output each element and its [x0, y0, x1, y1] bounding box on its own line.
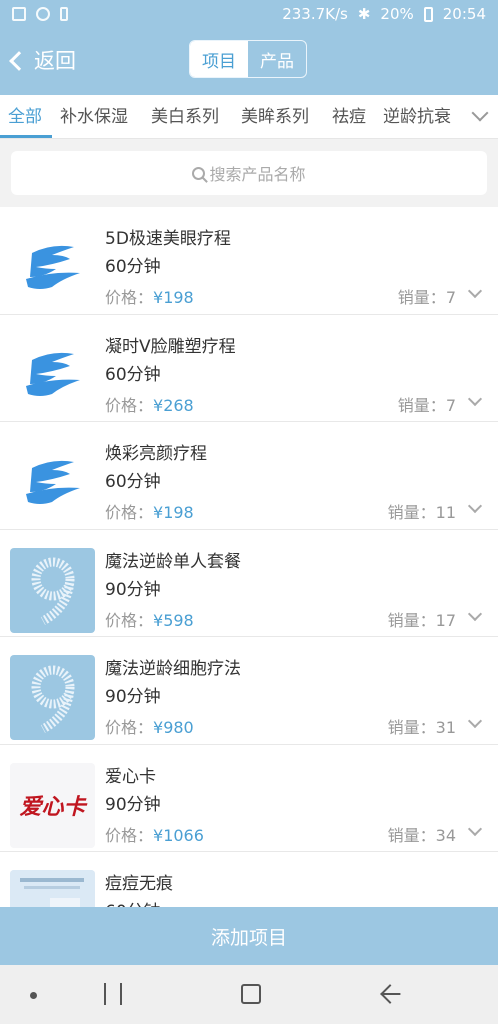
tab-hydrating[interactable]: 补水保湿: [60, 102, 128, 127]
search-placeholder: 搜索产品名称: [209, 165, 306, 184]
top-bar: 233.7K/s ✱ 20% 20:54 返回 项目 产品: [0, 0, 498, 95]
chevron-down-icon[interactable]: [467, 713, 483, 729]
item-title: 爱心卡: [105, 766, 156, 787]
list-item[interactable]: 爱心卡 爱心卡 90分钟 价格：¥1066 销量：34: [0, 744, 498, 852]
network-speed: 233.7K/s: [282, 5, 348, 23]
item-price: 价格：¥198: [105, 288, 194, 307]
bluetooth-icon: ✱: [357, 5, 371, 23]
segment-products[interactable]: 产品: [248, 41, 306, 77]
segment-projects[interactable]: 项目: [190, 41, 248, 77]
love-card-text: 爱心卡: [19, 794, 86, 820]
item-duration: 60分钟: [105, 364, 161, 385]
poster-graphic: [10, 870, 95, 907]
nine-logo-thumb: [10, 655, 95, 740]
brand-logo-thumb: [10, 332, 95, 418]
chevron-down-icon[interactable]: [467, 606, 483, 621]
notification-icons: [12, 7, 68, 21]
item-duration: 90分钟: [105, 794, 161, 815]
item-title: 焕彩亮颜疗程: [105, 444, 207, 464]
item-duration: 90分钟: [105, 579, 161, 600]
system-nav-bar: [0, 965, 498, 1024]
tab-whitening[interactable]: 美白系列: [151, 102, 219, 127]
back-button[interactable]: 返回: [9, 45, 76, 75]
search-icon: [192, 166, 206, 180]
item-price: 价格：¥198: [105, 503, 194, 522]
chevron-down-icon[interactable]: [467, 498, 483, 514]
cloud-icon: [36, 7, 50, 21]
clock: 20:54: [442, 5, 486, 23]
item-title: 凝时V脸雕塑疗程: [105, 336, 236, 357]
mic-icon: [60, 7, 68, 21]
item-title: 魔法逆龄单人套餐: [105, 551, 241, 572]
item-price: 价格：¥1066: [105, 825, 204, 845]
search-input[interactable]: 搜索产品名称: [11, 151, 487, 195]
item-duration: 60分钟: [105, 472, 161, 492]
item-price: 价格：¥980: [105, 718, 194, 737]
app-header: 返回 项目 产品: [0, 36, 498, 86]
nine-graphic-icon: [31, 665, 74, 733]
image-icon: [12, 7, 26, 21]
item-sales: 销量：17: [387, 610, 456, 630]
active-tab-indicator: [0, 135, 52, 138]
add-project-button[interactable]: 添加项目: [0, 907, 498, 965]
status-bar: 233.7K/s ✱ 20% 20:54: [0, 0, 498, 32]
tab-eye-care[interactable]: 美眸系列: [241, 102, 309, 127]
list-item[interactable]: 魔法逆龄细胞疗法 90分钟 价格：¥980 销量：31: [0, 637, 498, 745]
hand-wing-icon: [25, 460, 80, 504]
recent-apps-icon[interactable]: [104, 983, 122, 1005]
item-duration: 60分钟: [105, 897, 161, 907]
chevron-down-icon[interactable]: [471, 104, 489, 122]
list-item[interactable]: 焕彩亮颜疗程 60分钟 价格：¥198 销量：11: [0, 422, 498, 530]
item-sales: 销量：7: [397, 395, 456, 415]
nine-graphic-icon: [31, 557, 74, 625]
battery-icon: [423, 6, 433, 22]
list-item[interactable]: 痘痘无痕 60分钟: [0, 852, 498, 907]
chevron-down-icon[interactable]: [467, 391, 483, 406]
love-card-thumb: 爱心卡: [10, 762, 95, 848]
system-back-icon[interactable]: [380, 984, 400, 1004]
tab-all[interactable]: 全部: [8, 102, 42, 127]
status-right: 233.7K/s ✱ 20% 20:54: [282, 5, 486, 23]
nine-logo-thumb: [10, 547, 95, 633]
back-label: 返回: [34, 49, 76, 73]
item-price: 价格：¥268: [105, 395, 194, 415]
hand-wing-icon: [25, 352, 80, 396]
item-price: 价格：¥598: [105, 610, 194, 630]
chevron-down-icon[interactable]: [467, 283, 483, 299]
item-sales: 销量：31: [387, 718, 456, 737]
item-title: 5D极速美眼疗程: [105, 229, 231, 249]
battery-percent: 20%: [380, 5, 414, 23]
category-tabs: 全部 补水保湿 美白系列 美眸系列 祛痘 逆龄抗衰: [0, 95, 498, 139]
list-item[interactable]: 5D极速美眼疗程 60分钟 价格：¥198 销量：7: [0, 207, 498, 315]
list-item[interactable]: 凝时V脸雕塑疗程 60分钟 价格：¥268 销量：7: [0, 314, 498, 422]
item-sales: 销量：7: [397, 288, 456, 307]
search-area: 搜索产品名称: [0, 139, 498, 207]
hand-wing-icon: [25, 245, 80, 289]
item-sales: 销量：34: [387, 825, 456, 845]
item-sales: 销量：11: [387, 503, 456, 522]
chevron-left-icon: [9, 50, 29, 71]
nav-dot-icon[interactable]: [30, 992, 37, 999]
segmented-control: 项目 产品: [189, 40, 307, 78]
chevron-down-icon[interactable]: [467, 821, 483, 836]
home-icon[interactable]: [241, 984, 261, 1004]
poster-thumb: [10, 870, 95, 907]
product-list: 5D极速美眼疗程 60分钟 价格：¥198 销量：7 凝时V脸雕塑疗程 60分钟…: [0, 207, 498, 907]
item-title: 魔法逆龄细胞疗法: [105, 659, 241, 679]
tab-anti-aging[interactable]: 逆龄抗衰: [383, 102, 451, 127]
item-duration: 60分钟: [105, 257, 161, 277]
list-item[interactable]: 魔法逆龄单人套餐 90分钟 价格：¥598 销量：17: [0, 529, 498, 637]
brand-logo-thumb: [10, 225, 95, 310]
tab-acne[interactable]: 祛痘: [332, 102, 366, 127]
item-title: 痘痘无痕: [105, 874, 173, 894]
item-duration: 90分钟: [105, 687, 161, 707]
brand-logo-thumb: [10, 440, 95, 525]
